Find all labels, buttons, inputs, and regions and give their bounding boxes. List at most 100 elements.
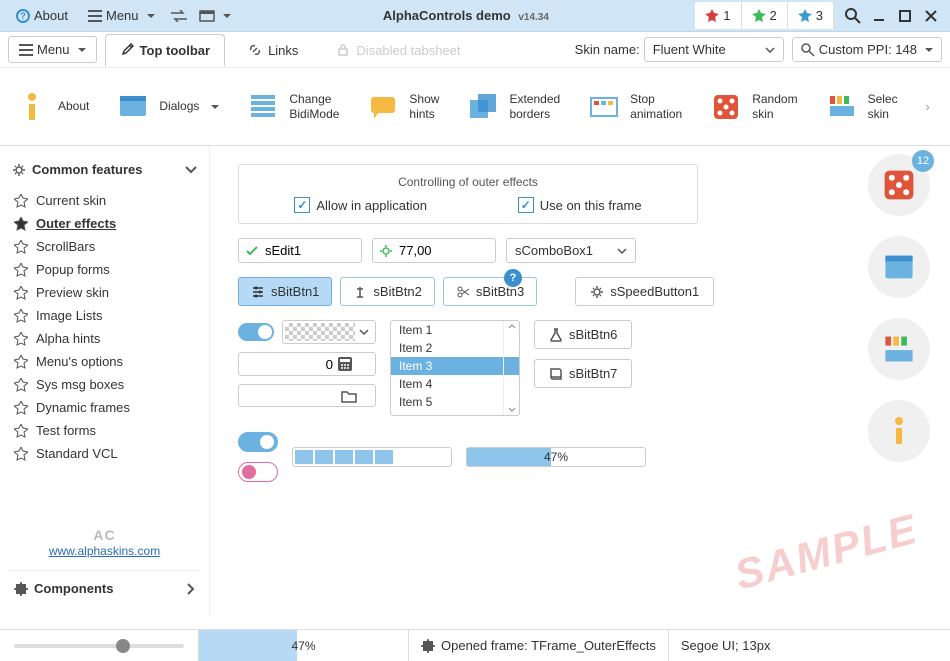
sidebar-item-alpha-hints[interactable]: Alpha hints [8,327,201,350]
segmented-progress [292,447,452,467]
dice-badge: 12 [912,150,934,172]
svg-text:?: ? [20,11,26,21]
sidebar-item-standard-vcl[interactable]: Standard VCL [8,442,201,465]
pattern-preview [285,323,355,341]
sidebar-item-outer-effects[interactable]: Outer effects [8,212,201,235]
sliders-icon [251,285,265,299]
lines-icon [245,89,281,125]
circle-window[interactable] [868,236,930,298]
sidebar-item-menu-s-options[interactable]: Menu's options [8,350,201,373]
star-tab-2[interactable]: 2 [742,2,788,29]
ribbon-change-bidi[interactable]: Change BidiMode [241,85,343,129]
switch-blue[interactable] [238,432,278,452]
ribbon-scroll-right[interactable]: › [920,77,936,137]
list-item[interactable]: Item 3 [391,357,519,375]
toggle1[interactable] [238,323,274,341]
sidebar-item-popup-forms[interactable]: Popup forms [8,258,201,281]
swap-icon[interactable] [165,6,193,26]
ribbon-random-skin[interactable]: Random skin [704,85,801,129]
calc-icon[interactable] [337,356,353,372]
gear-icon [379,244,393,258]
listbox[interactable]: Item 1Item 2Item 3Item 4Item 5Item 6 [390,320,520,416]
sbitbtn1[interactable]: sBitBtn1 [238,277,332,306]
palette-icon [824,89,860,125]
scrollbar[interactable] [503,321,519,415]
sbitbtn3[interactable]: sBitBtn3 [443,277,537,306]
website-link[interactable]: www.alphaskins.com [49,544,160,558]
edit2-input[interactable] [372,238,496,263]
sidebar-item-image-lists[interactable]: Image Lists [8,304,201,327]
help-badge[interactable]: ? [504,269,522,287]
titlebar-menu-label: Menu [106,8,139,23]
watermark: SAMPLE [730,505,923,600]
sidebar-item-preview-skin[interactable]: Preview skin [8,281,201,304]
list-item[interactable]: Item 2 [391,339,519,357]
borders-icon [465,89,501,125]
close-icon[interactable] [918,5,944,27]
skin-combo[interactable]: Fluent White [644,37,784,62]
ribbon-dialogs[interactable]: Dialogs [111,85,223,129]
list-item[interactable]: Item 6 [391,411,519,416]
star-tab-3[interactable]: 3 [788,2,834,29]
check-allow-app[interactable]: ✓Allow in application [294,197,427,213]
flask-icon [549,328,563,342]
skin-selector: Skin name: Fluent White [575,37,784,62]
folder-icon[interactable] [341,389,357,403]
sidebar-item-dynamic-frames[interactable]: Dynamic frames [8,396,201,419]
tab-top-toolbar[interactable]: Top toolbar [105,34,226,66]
star-tab-1[interactable]: 1 [695,2,741,29]
sidebar-item-test-forms[interactable]: Test forms [8,419,201,442]
gear-icon [12,163,26,177]
sidebar-item-current-skin[interactable]: Current skin [8,189,201,212]
ribbon-select-skin[interactable]: Selec skin [820,85,902,129]
sidebar-list: Current skinOuter effectsScrollBarsPopup… [8,189,201,465]
ribbon-show-hints[interactable]: Show hints [361,85,443,129]
about-button[interactable]: ? About [6,4,78,27]
about-label: About [34,8,68,23]
sbitbtn6[interactable]: sBitBtn6 [534,320,632,349]
circle-dice[interactable]: 12 [868,154,930,216]
switch-pink[interactable] [238,462,278,482]
sidebar-item-sys-msg-boxes[interactable]: Sys msg boxes [8,373,201,396]
status-slider[interactable] [14,644,184,648]
book-icon [549,367,563,381]
file-input[interactable] [238,384,376,407]
ribbon-stop-animation[interactable]: Stop animation [582,85,686,129]
star-icon [14,332,28,346]
scissors-icon [456,285,470,299]
ribbon-about[interactable]: About [10,85,93,129]
titlebar-menu-button[interactable]: Menu [78,4,165,27]
sidebar-item-scrollbars[interactable]: ScrollBars [8,235,201,258]
star-icon [14,447,28,461]
list-item[interactable]: Item 5 [391,393,519,411]
sbitbtn7[interactable]: sBitBtn7 [534,359,632,388]
sbitbtn2[interactable]: sBitBtn2 [340,277,434,306]
status-frame: Opened frame: TFrame_OuterEffects [408,630,668,661]
check-use-frame[interactable]: ✓Use on this frame [518,197,642,213]
pattern-select[interactable] [282,320,376,344]
sidebar-components-header[interactable]: Components [8,570,201,606]
edit1-input[interactable] [238,238,362,263]
star-icon [14,263,28,277]
anim-icon [586,89,622,125]
speedbutton1[interactable]: sSpeedButton1 [575,277,714,306]
menu-button[interactable]: Menu [8,36,97,63]
circle-palette[interactable] [868,318,930,380]
combobox1[interactable]: sComboBox1 [506,238,636,263]
slider-thumb[interactable] [116,639,130,653]
list-item[interactable]: Item 4 [391,375,519,393]
ribbon-extended-borders[interactable]: Extended borders [461,85,564,129]
list-item[interactable]: Item 1 [391,321,519,339]
minimize-icon[interactable] [866,5,892,27]
window-list-button[interactable] [193,6,237,26]
tab-links[interactable]: Links [233,34,313,66]
search-icon[interactable] [840,5,866,27]
star-icon [14,286,28,300]
maximize-icon[interactable] [892,5,918,27]
sidebar-common-header[interactable]: Common features [8,156,201,183]
star-icon [14,194,28,208]
skin-label: Skin name: [575,42,640,57]
number-input[interactable] [238,352,376,376]
ppi-button[interactable]: Custom PPI: 148 [792,37,942,62]
circle-info[interactable] [868,400,930,462]
